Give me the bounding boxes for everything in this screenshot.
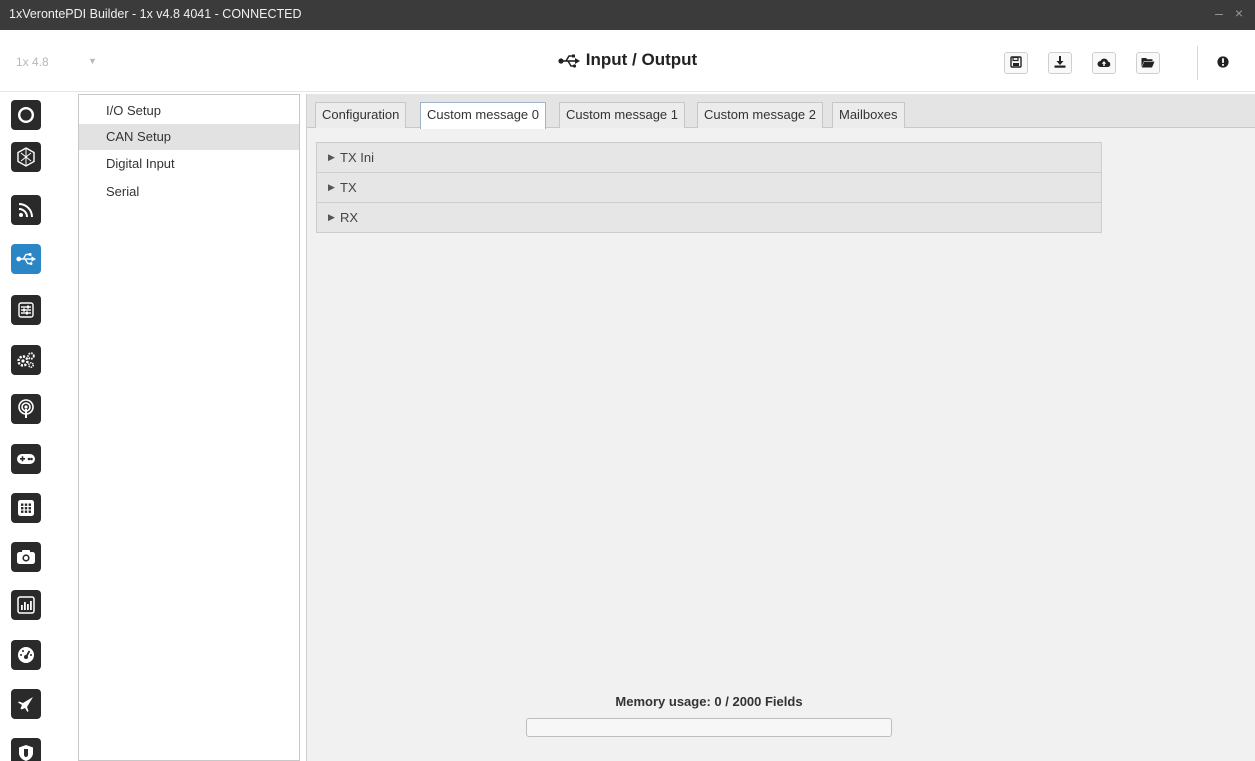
hexagon-icon <box>16 147 36 167</box>
memory-usage-label: Memory usage: 0 / 2000 Fields <box>615 694 803 709</box>
tab-custom-message-0[interactable]: Custom message 0 <box>420 102 546 129</box>
plane-icon <box>17 695 35 713</box>
expand-arrow-icon: ▶ <box>328 182 335 192</box>
submenu-item-serial[interactable]: Serial <box>79 179 299 205</box>
shield-icon <box>18 744 34 761</box>
broadcast-icon <box>17 399 35 419</box>
submenu-item-digital-input[interactable]: Digital Input <box>79 151 299 177</box>
nav-stats-button[interactable] <box>11 590 41 620</box>
folder-open-icon <box>1141 56 1155 71</box>
nav-security-button[interactable] <box>11 738 41 761</box>
nav-module-button[interactable] <box>11 142 41 172</box>
cloud-upload-button[interactable] <box>1092 52 1116 74</box>
nav-communications-button[interactable] <box>11 195 41 225</box>
window-titlebar: 1xVerontePDI Builder - 1x v4.8 4041 - CO… <box>0 0 1255 30</box>
page-title-text: Input / Output <box>585 50 698 69</box>
nav-input-output-button[interactable] <box>11 244 41 274</box>
window-title: 1xVerontePDI Builder - 1x v4.8 4041 - CO… <box>9 7 302 21</box>
save-button[interactable] <box>1004 52 1028 74</box>
tab-custom-message-2[interactable]: Custom message 2 <box>697 102 823 128</box>
alert-icon <box>1217 55 1229 71</box>
tab-configuration[interactable]: Configuration <box>315 102 407 128</box>
section-tx-ini[interactable]: ▶ TX Ini <box>316 142 1102 173</box>
section-label: RX <box>340 210 359 225</box>
nav-dashboard-button[interactable] <box>11 640 41 670</box>
gamepad-icon <box>16 452 36 466</box>
nav-control-button[interactable] <box>11 444 41 474</box>
toolbar-separator <box>1197 46 1198 80</box>
camera-icon <box>16 549 36 565</box>
nav-telemetry-button[interactable] <box>11 394 41 424</box>
memory-usage-bar <box>526 718 892 737</box>
submenu-item-label: I/O Setup <box>106 103 161 118</box>
gauge-icon <box>16 646 36 664</box>
cloud-upload-icon <box>1097 56 1111 71</box>
section-rx[interactable]: ▶ RX <box>316 202 1102 233</box>
save-icon <box>1010 55 1022 71</box>
download-button[interactable] <box>1048 52 1072 74</box>
chart-icon <box>17 596 35 614</box>
sliders-icon <box>17 301 35 319</box>
nav-keypad-button[interactable] <box>11 493 41 523</box>
section-label: TX Ini <box>340 150 374 165</box>
signal-icon <box>17 201 35 219</box>
ring-icon <box>17 106 35 124</box>
usb-icon <box>558 53 580 73</box>
nav-configuration-button[interactable] <box>11 345 41 375</box>
tab-custom-message-1[interactable]: Custom message 1 <box>559 102 685 128</box>
open-folder-button[interactable] <box>1136 52 1160 74</box>
nav-platform-button[interactable] <box>11 100 41 130</box>
submenu-item-can-setup[interactable]: CAN Setup <box>79 124 299 150</box>
main-nav-rail <box>0 92 78 761</box>
usb-icon <box>16 252 36 266</box>
nav-camera-button[interactable] <box>11 542 41 572</box>
submenu-item-label: CAN Setup <box>106 129 172 144</box>
download-icon <box>1054 55 1066 71</box>
submenu-item-io-setup[interactable]: I/O Setup <box>79 98 299 124</box>
submenu-item-label: Serial <box>106 184 140 199</box>
window-controls[interactable]: – × <box>1215 5 1247 21</box>
section-label: TX <box>340 180 357 195</box>
io-submenu: I/O Setup CAN Setup Digital Input Serial <box>78 94 300 761</box>
nav-sensors-button[interactable] <box>11 295 41 325</box>
tab-mailboxes[interactable]: Mailboxes <box>832 102 905 128</box>
submenu-item-label: Digital Input <box>106 156 175 171</box>
gears-icon <box>16 351 36 369</box>
nav-flight-button[interactable] <box>11 689 41 719</box>
tab-strip: Configuration Custom message 0 Custom me… <box>307 94 1255 129</box>
expand-arrow-icon: ▶ <box>328 152 335 162</box>
expand-arrow-icon: ▶ <box>328 212 335 222</box>
section-tx[interactable]: ▶ TX <box>316 172 1102 203</box>
main-content: Configuration Custom message 0 Custom me… <box>306 94 1255 761</box>
header-toolbar: 1x 4.8 ▼ Input / Output <box>0 30 1255 92</box>
grid-icon <box>17 499 35 517</box>
alerts-button[interactable] <box>1211 52 1235 74</box>
